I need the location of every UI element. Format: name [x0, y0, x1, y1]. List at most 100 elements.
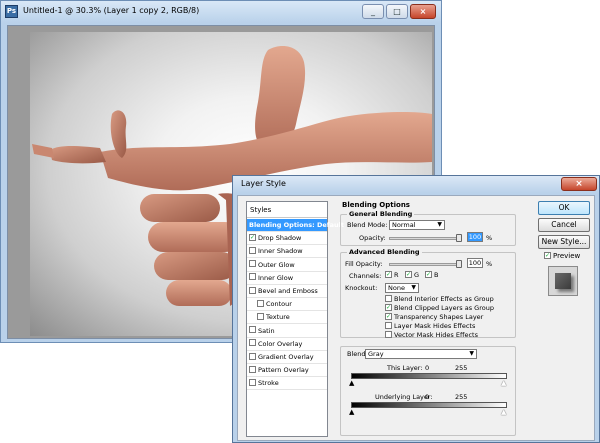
- advanced-option-label: Layer Mask Hides Effects: [394, 322, 476, 330]
- checkbox-icon[interactable]: [249, 365, 256, 373]
- this-layer-white-slider-icon[interactable]: ▲: [501, 379, 506, 387]
- style-item-pattern-overlay[interactable]: Pattern Overlay: [247, 364, 327, 378]
- advanced-option-checkbox[interactable]: Layer Mask Hides Effects: [385, 321, 476, 331]
- minimize-button[interactable]: _: [362, 4, 384, 19]
- screen: Ps Untitled-1 @ 30.3% (Layer 1 copy 2, R…: [0, 0, 600, 443]
- preview-checkbox[interactable]: ✓ Preview: [544, 251, 580, 261]
- underlying-layer-label: Underlying Layer:: [375, 393, 433, 401]
- underlying-layer-max: 255: [455, 393, 468, 401]
- checkbox-icon[interactable]: [249, 326, 256, 334]
- checkbox-icon[interactable]: [249, 260, 256, 268]
- cancel-button[interactable]: Cancel: [538, 218, 590, 232]
- style-item-inner-shadow[interactable]: Inner Shadow: [247, 245, 327, 259]
- channel-r-checkbox[interactable]: ✓ R: [385, 270, 399, 280]
- blending-options-title: Blending Options: [342, 201, 410, 209]
- checkbox-icon[interactable]: [249, 286, 256, 294]
- this-layer-min: 0: [425, 364, 430, 372]
- style-item-gradient-overlay[interactable]: Gradient Overlay: [247, 351, 327, 364]
- checkbox-icon[interactable]: [249, 246, 256, 254]
- style-item-label: Outer Glow: [258, 260, 295, 269]
- opacity-slider-thumb[interactable]: [456, 234, 462, 242]
- style-item-label: Texture: [266, 313, 290, 322]
- checkbox-icon: [385, 321, 392, 329]
- general-blending-group: General Blending Blend Mode: Normal ▼ Op…: [340, 210, 516, 246]
- style-item-blending-options-default[interactable]: Blending Options: Default: [247, 219, 344, 232]
- style-item-label: Inner Glow: [258, 273, 294, 282]
- style-item-outer-glow[interactable]: Outer Glow: [247, 259, 327, 272]
- preview-thumbnail: [548, 266, 578, 296]
- channel-b-checkbox[interactable]: ✓ B: [425, 270, 438, 280]
- style-item-stroke[interactable]: Stroke: [247, 377, 327, 391]
- fill-opacity-slider-track[interactable]: [389, 263, 461, 266]
- new-style-button[interactable]: New Style...: [538, 235, 590, 249]
- photoshop-icon: Ps: [5, 5, 18, 18]
- checkbox-icon[interactable]: [249, 378, 256, 386]
- checkbox-icon[interactable]: [257, 312, 264, 320]
- style-item-label: Inner Shadow: [258, 247, 303, 256]
- checkbox-icon[interactable]: [249, 339, 256, 347]
- checkbox-icon: ✓: [544, 251, 551, 259]
- this-layer-label: This Layer:: [387, 364, 423, 372]
- opacity-slider-track[interactable]: [389, 237, 461, 240]
- advanced-option-checkbox[interactable]: Blend Interior Effects as Group: [385, 294, 494, 304]
- fist-finger-4: [166, 280, 232, 306]
- fill-opacity-input[interactable]: 100: [467, 258, 483, 268]
- style-item-contour[interactable]: Contour: [247, 298, 327, 312]
- channel-g-checkbox[interactable]: ✓ G: [405, 270, 420, 280]
- style-item-label: Pattern Overlay: [258, 366, 309, 375]
- checkbox-icon[interactable]: ✓: [249, 233, 256, 241]
- advanced-option-checkbox[interactable]: Vector Mask Hides Effects: [385, 330, 478, 340]
- general-blending-title: General Blending: [347, 210, 415, 218]
- this-layer-black-slider-icon[interactable]: ▲: [349, 379, 354, 387]
- dialog-body: Styles Blending Options: Default ✓ Drop Sh…: [237, 195, 595, 441]
- style-item-texture[interactable]: Texture: [247, 311, 327, 325]
- advanced-option-label: Vector Mask Hides Effects: [394, 331, 478, 339]
- style-item-label: Drop Shadow: [258, 234, 302, 243]
- style-item-label: Color Overlay: [258, 339, 303, 348]
- small-finger-shape: [50, 146, 106, 164]
- style-item-label: Satin: [258, 326, 275, 335]
- checkbox-icon: ✓: [385, 303, 392, 311]
- this-layer-gradient[interactable]: [351, 373, 507, 379]
- fist-finger-1: [140, 194, 220, 222]
- styles-list: Styles Blending Options: Default ✓ Drop Sh…: [246, 201, 344, 437]
- style-item-bevel-and-emboss[interactable]: Bevel and Emboss: [247, 285, 327, 298]
- blend-mode-select[interactable]: Normal ▼: [389, 220, 445, 230]
- checkbox-icon[interactable]: [249, 352, 256, 360]
- maximize-button[interactable]: □: [386, 4, 408, 19]
- style-item-label: Bevel and Emboss: [258, 287, 318, 295]
- close-button[interactable]: ×: [410, 4, 436, 19]
- dialog-close-button[interactable]: ×: [561, 177, 597, 191]
- underlying-white-slider-icon[interactable]: ▲: [501, 408, 506, 416]
- channel-r-label: R: [394, 271, 399, 279]
- advanced-option-checkbox[interactable]: ✓ Blend Clipped Layers as Group: [385, 303, 494, 313]
- style-item-drop-shadow[interactable]: ✓ Drop Shadow: [247, 232, 327, 246]
- fill-opacity-slider-thumb[interactable]: [456, 260, 462, 268]
- checkbox-icon[interactable]: [257, 299, 264, 307]
- blend-if-select[interactable]: Gray ▼: [365, 349, 477, 359]
- fill-opacity-unit: %: [486, 260, 493, 268]
- style-item-inner-glow[interactable]: Inner Glow: [247, 272, 327, 285]
- blend-if-value: Gray: [368, 350, 384, 358]
- channels-label: Channels:: [349, 272, 382, 280]
- opacity-input[interactable]: 100: [467, 232, 483, 242]
- style-item-satin[interactable]: Satin: [247, 325, 327, 338]
- underlying-black-slider-icon[interactable]: ▲: [349, 408, 354, 416]
- checkbox-icon[interactable]: [249, 273, 256, 281]
- fist-finger-2: [148, 222, 240, 252]
- layer-style-titlebar[interactable]: Layer Style ×: [233, 176, 599, 193]
- style-item-color-overlay[interactable]: Color Overlay: [247, 338, 327, 351]
- channel-g-label: G: [414, 271, 420, 279]
- ok-button[interactable]: OK: [538, 201, 590, 215]
- styles-header[interactable]: Styles: [247, 202, 327, 218]
- style-item-label: Blending Options: Default: [249, 221, 344, 229]
- fill-opacity-label: Fill Opacity:: [345, 260, 383, 268]
- knockout-select[interactable]: None ▼: [385, 283, 419, 293]
- fist-finger-3: [154, 252, 236, 280]
- underlying-layer-gradient[interactable]: [351, 402, 507, 408]
- opacity-label: Opacity:: [359, 234, 386, 242]
- document-title: Untitled-1 @ 30.3% (Layer 1 copy 2, RGB/…: [23, 6, 200, 15]
- style-item-label: Stroke: [258, 379, 279, 388]
- document-titlebar[interactable]: Ps Untitled-1 @ 30.3% (Layer 1 copy 2, R…: [1, 1, 441, 23]
- advanced-option-checkbox[interactable]: ✓ Transparency Shapes Layer: [385, 312, 483, 322]
